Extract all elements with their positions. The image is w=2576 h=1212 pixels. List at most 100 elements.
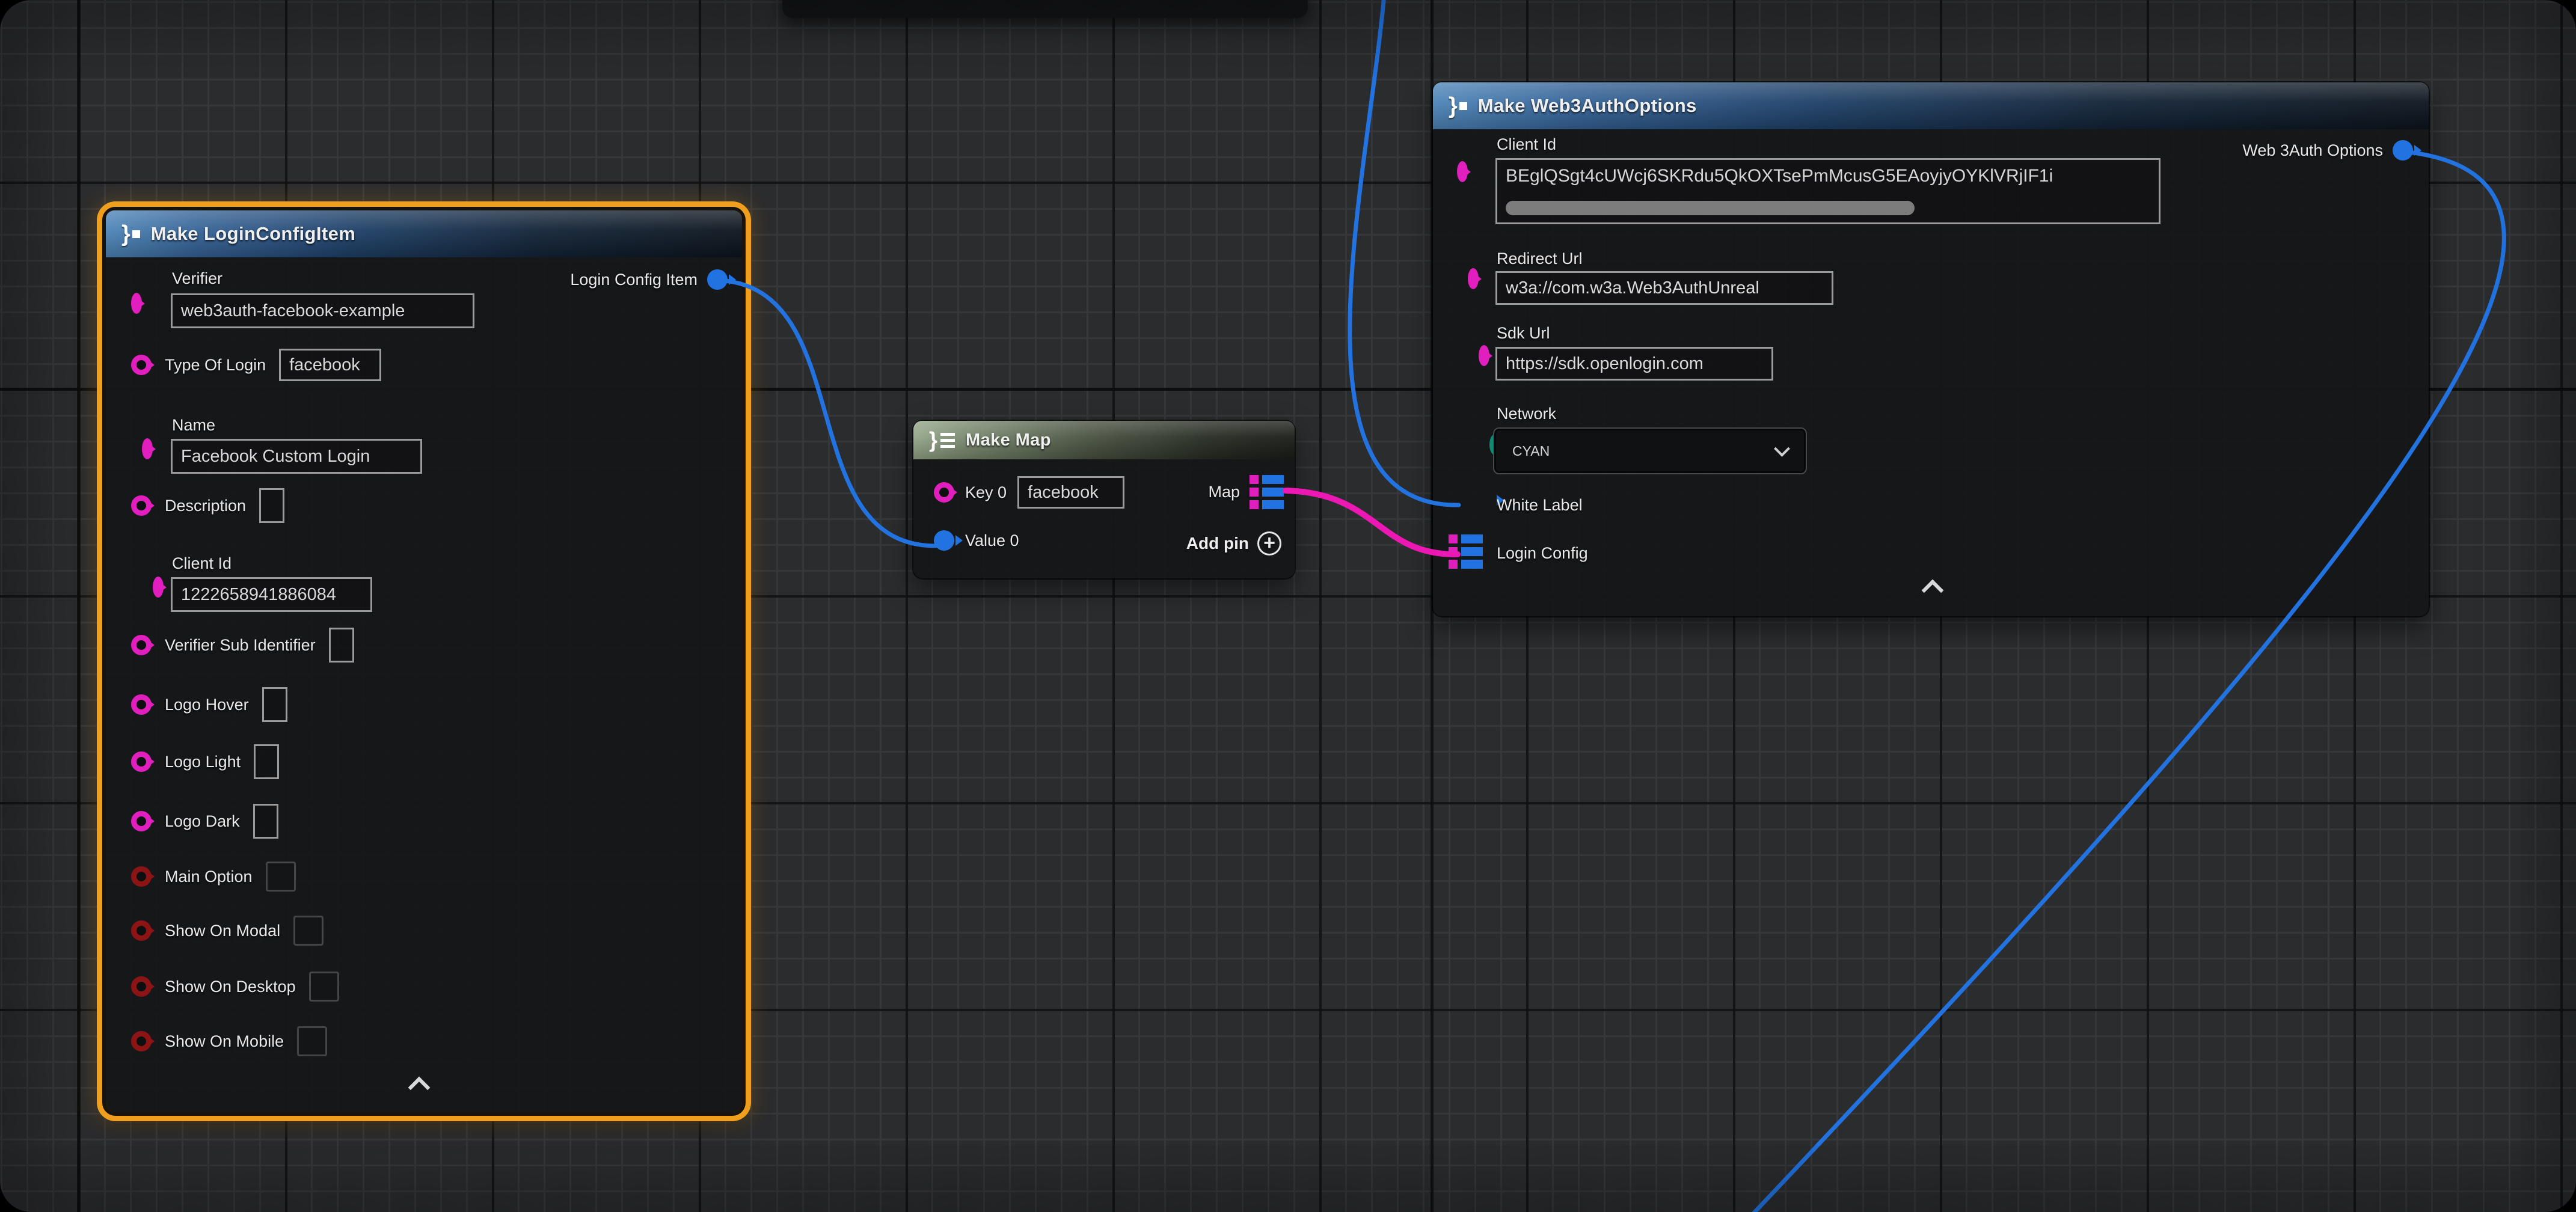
pin-name[interactable] [142,438,153,459]
pin-label-show-on-desktop: Show On Desktop [165,978,296,996]
pin-web3auth-options-output[interactable] [2393,140,2413,161]
make-map-icon [929,429,955,451]
client-id-scrollbar[interactable] [1506,201,1915,215]
pin-label-sdk-url: Sdk Url [1497,324,1550,343]
logo-light-input[interactable] [254,744,279,779]
row-main-option: Main Option [131,862,296,892]
make-struct-icon [1449,94,1467,117]
pin-label-web3auth-options: Web 3Auth Options [2242,141,2383,160]
row-logo-dark: Logo Dark [131,804,278,839]
pin-label-verifier: Verifier [172,269,222,288]
pin-label-key-0: Key 0 [965,483,1007,502]
pin-label-white-label: White Label [1497,496,1583,515]
pin-label-login-config: Login Config [1497,544,1588,563]
verifier-sub-identifier-input[interactable] [329,628,354,663]
pin-label-network: Network [1497,405,1556,423]
collapse-node-button[interactable] [1922,580,1944,602]
node-title: Make Map [966,430,1051,450]
pin-label-logo-light: Logo Light [165,753,241,771]
pin-map-output[interactable] [1250,475,1284,509]
pin-show-on-desktop[interactable] [131,976,152,997]
description-input[interactable] [259,488,284,523]
node-header[interactable]: Make Web3AuthOptions [1433,82,2429,129]
client-id-input[interactable]: 1222658941886084 [171,577,372,612]
sdk-url-input[interactable]: https://sdk.openlogin.com [1495,347,1773,381]
pin-show-on-modal[interactable] [131,920,152,941]
node-make-map[interactable]: Make Map Key 0 facebook Map Value 0 Add … [913,421,1295,578]
pin-label-type-of-login: Type Of Login [165,356,266,375]
offscreen-node-stub[interactable] [782,0,1308,18]
show-on-desktop-checkbox[interactable] [309,972,339,1002]
key-0-input[interactable]: facebook [1017,476,1124,509]
pin-logo-hover[interactable] [131,694,152,715]
client-id-value: BEglQSgt4cUWcj6SKRdu5QkOXTsePmMcusG5EAoy… [1506,166,2154,186]
pin-label-value-0: Value 0 [965,531,1019,550]
pin-label-map: Map [1208,483,1240,501]
network-dropdown[interactable]: CYAN [1493,427,1807,474]
pin-main-option[interactable] [131,866,152,887]
pin-label-description: Description [165,497,246,515]
pin-login-config-item-output[interactable] [707,269,728,290]
row-key-0: Key 0 facebook [934,476,1124,509]
network-selected-value: CYAN [1512,443,1550,459]
pin-show-on-mobile[interactable] [131,1031,152,1051]
pin-verifier[interactable] [131,293,142,314]
pin-label-client-id: Client Id [1497,135,1556,154]
node-header[interactable]: Make LoginConfigItem [106,210,742,257]
pin-label-show-on-modal: Show On Modal [165,922,280,940]
make-struct-icon [121,222,140,245]
row-logo-light: Logo Light [131,744,279,779]
add-pin-button[interactable]: Add pin [1186,531,1281,556]
pin-client-id[interactable] [153,577,164,598]
node-header[interactable]: Make Map [913,421,1295,459]
pin-label-redirect-url: Redirect Url [1497,249,1583,268]
verifier-input[interactable]: web3auth-facebook-example [171,293,474,328]
logo-hover-input[interactable] [262,687,287,722]
chevron-down-icon [1774,441,1790,457]
pin-login-config[interactable] [1449,534,1483,569]
client-id-input[interactable]: BEglQSgt4cUWcj6SKRdu5QkOXTsePmMcusG5EAoy… [1495,158,2160,224]
pin-redirect-url[interactable] [1468,268,1479,289]
logo-dark-input[interactable] [253,804,278,839]
row-show-on-modal: Show On Modal [131,916,324,946]
blueprint-graph-canvas[interactable]: Make LoginConfigItem Verifier web3auth-f… [0,0,2576,1212]
pin-logo-dark[interactable] [131,811,152,831]
pin-type-of-login[interactable] [131,355,152,375]
row-value-0: Value 0 [934,530,1019,551]
pin-label-main-option: Main Option [165,868,253,886]
pin-label-show-on-mobile: Show On Mobile [165,1032,284,1051]
node-make-web3authoptions[interactable]: Make Web3AuthOptions Web 3Auth Options C… [1433,82,2429,616]
pin-label-client-id: Client Id [172,554,232,573]
row-type-of-login: Type Of Login facebook [131,349,381,381]
row-verifier-sub-identifier: Verifier Sub Identifier [131,628,354,663]
pin-label-login-config-item: Login Config Item [570,271,698,289]
wire-loginconfigitem-to-value0[interactable] [717,280,936,546]
add-pin-label: Add pin [1186,534,1249,553]
show-on-mobile-checkbox[interactable] [297,1026,327,1056]
pin-logo-light[interactable] [131,751,152,772]
row-description: Description [131,488,284,523]
row-show-on-mobile: Show On Mobile [131,1026,327,1056]
pin-label-logo-dark: Logo Dark [165,812,240,831]
pin-key-0[interactable] [934,482,954,503]
pin-verifier-sub-identifier[interactable] [131,635,152,655]
node-title: Make Web3AuthOptions [1478,95,1697,117]
redirect-url-input[interactable]: w3a://com.w3a.Web3AuthUnreal [1495,271,1833,305]
node-title: Make LoginConfigItem [151,223,355,245]
type-of-login-input[interactable]: facebook [279,349,381,381]
pin-label-verifier-sub-identifier: Verifier Sub Identifier [165,636,316,655]
pin-value-0[interactable] [934,530,954,551]
grid-origin-line [77,0,80,1212]
pin-sdk-url[interactable] [1479,345,1489,366]
show-on-modal-checkbox[interactable] [293,916,324,946]
collapse-node-button[interactable] [408,1077,431,1099]
pin-label-logo-hover: Logo Hover [165,696,249,714]
node-make-loginconfigitem[interactable]: Make LoginConfigItem Verifier web3auth-f… [106,210,742,1112]
row-show-on-desktop: Show On Desktop [131,972,339,1002]
pin-description[interactable] [131,495,152,516]
name-input[interactable]: Facebook Custom Login [171,439,422,474]
pin-label-name: Name [172,416,215,435]
main-option-checkbox[interactable] [266,862,296,892]
pin-client-id[interactable] [1457,161,1468,182]
row-logo-hover: Logo Hover [131,687,287,722]
